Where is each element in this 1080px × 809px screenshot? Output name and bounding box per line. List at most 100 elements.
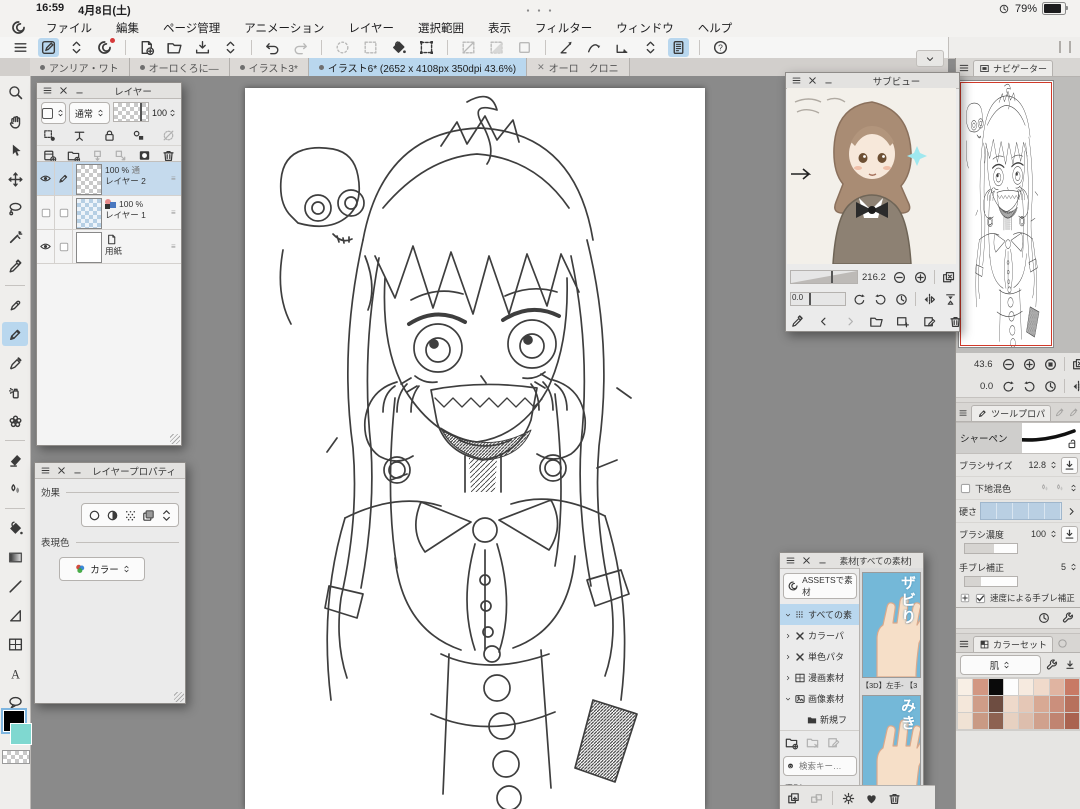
blend-tool[interactable] — [2, 477, 28, 501]
color-swatch-2-6[interactable] — [1050, 713, 1064, 729]
color-swatch-0-1[interactable] — [973, 679, 987, 695]
material-tree-item-1[interactable]: カラーパ — [780, 625, 860, 646]
figure-tool[interactable] — [2, 574, 28, 598]
redo-button[interactable] — [290, 38, 311, 57]
panel-menu-icon[interactable] — [42, 85, 53, 96]
lock-layer-toggle[interactable] — [101, 128, 118, 143]
menu-item-3[interactable]: アニメーション — [244, 20, 324, 36]
chevron-right-icon[interactable] — [784, 674, 792, 682]
chevron-right-icon[interactable] — [796, 716, 804, 724]
fill-button[interactable] — [388, 38, 409, 57]
color-swatch-0-5[interactable] — [1034, 679, 1048, 695]
density-slider[interactable] — [964, 543, 1018, 554]
opacity-value[interactable]: 100 — [152, 108, 167, 118]
expression-color-select[interactable]: カラー — [59, 557, 145, 581]
subview-next[interactable] — [843, 314, 858, 329]
snap-ruler-button[interactable] — [556, 38, 577, 57]
menu-item-1[interactable]: 編集 — [116, 20, 139, 36]
material-tree-item-3[interactable]: 漫画素材 — [780, 667, 860, 688]
color-swatch-0-7[interactable] — [1065, 679, 1079, 695]
invert-selection-button[interactable] — [458, 38, 479, 57]
close-icon[interactable] — [801, 555, 812, 566]
stabilize-stepper[interactable] — [1069, 560, 1078, 574]
material-thumbnail-0[interactable]: ザビり — [862, 572, 921, 678]
brush-size-dynamics-button[interactable] — [1061, 457, 1078, 474]
pen-tool[interactable] — [2, 293, 28, 317]
document-tab-1[interactable]: オーロくろに― — [130, 58, 230, 76]
add-property-button[interactable] — [959, 592, 971, 604]
subview-rotation-slider[interactable]: 0.0 — [790, 292, 846, 306]
toolprop-menu-icon[interactable] — [958, 407, 968, 419]
density-value[interactable]: 100 — [1031, 529, 1046, 539]
menu-item-4[interactable]: レイヤー — [348, 20, 394, 36]
material-favorite-button[interactable] — [864, 791, 879, 806]
clipping-toggle[interactable] — [41, 128, 58, 143]
layer-thumbnail[interactable] — [76, 198, 102, 229]
material-tree-item-2[interactable]: 単色パタ — [780, 646, 860, 667]
density-stepper[interactable] — [1049, 527, 1058, 541]
layer-color-toggle[interactable] — [141, 508, 156, 523]
color-swatch-2-7[interactable] — [1065, 713, 1079, 729]
tab-brush-alt2[interactable] — [1068, 406, 1079, 419]
blend-mode-select[interactable]: 通常 — [69, 102, 110, 124]
frame-border-tool[interactable] — [2, 632, 28, 656]
brush-size-value[interactable]: 12.8 — [1028, 460, 1046, 470]
nav-zoom-out[interactable] — [1001, 357, 1016, 372]
color-swatch-1-4[interactable] — [1019, 696, 1033, 712]
nav-rotate-reset[interactable] — [1043, 379, 1058, 394]
subview-prev[interactable] — [816, 314, 831, 329]
color-swatch-1-5[interactable] — [1034, 696, 1048, 712]
assets-button[interactable]: ASSETSで素材 — [783, 573, 857, 599]
visibility-eye-icon[interactable] — [39, 240, 52, 253]
material-replace-button[interactable] — [809, 791, 824, 806]
snap-stepper[interactable] — [640, 38, 661, 57]
layer-row-0[interactable]: 100 % 通レイヤー 2≡ — [37, 162, 181, 196]
panel-menu-icon[interactable] — [785, 555, 796, 566]
draft-checkbox[interactable] — [58, 207, 70, 219]
tab-brush-alt1[interactable] — [1054, 406, 1065, 419]
nav-fit[interactable] — [1071, 357, 1080, 372]
auto-select-tool[interactable] — [2, 225, 28, 249]
subview-rotate-ccw[interactable] — [852, 292, 867, 307]
eraser-tool[interactable] — [2, 448, 28, 472]
minimize-icon[interactable] — [823, 75, 834, 86]
color-swatch-0-4[interactable] — [1019, 679, 1033, 695]
color-swatch-2-4[interactable] — [1019, 713, 1033, 729]
tab-navigator[interactable]: ナビゲーター — [973, 60, 1053, 76]
import-color-button[interactable] — [1063, 658, 1077, 672]
help-button[interactable]: ? — [710, 38, 731, 57]
close-icon[interactable] — [807, 75, 818, 86]
tab-color-circle[interactable] — [1056, 637, 1069, 650]
menu-item-9[interactable]: ヘルプ — [698, 20, 733, 36]
zoom-tool[interactable] — [2, 80, 28, 104]
lock-alpha-toggle[interactable] — [130, 128, 147, 143]
hardness-slider[interactable] — [980, 502, 1062, 520]
close-tab-icon[interactable]: ✕ — [537, 62, 545, 73]
menu-item-0[interactable]: ファイル — [46, 20, 92, 36]
selection-tool[interactable] — [2, 196, 28, 220]
blend-base-checkbox[interactable] — [959, 482, 972, 495]
reset-tool-button[interactable] — [1037, 611, 1051, 625]
direct-draw-tool[interactable] — [2, 603, 28, 627]
color-swatch-2-5[interactable] — [1034, 713, 1048, 729]
resize-grip[interactable] — [170, 434, 180, 444]
stabilize-slider[interactable] — [964, 576, 1018, 587]
menu-item-6[interactable]: 表示 — [488, 20, 511, 36]
navigator-view-rect[interactable] — [960, 82, 1052, 346]
layer-row-1[interactable]: 100 %レイヤー 1≡ — [37, 196, 181, 230]
close-icon[interactable] — [56, 465, 67, 476]
layer-row-2[interactable]: 用紙≡ — [37, 230, 181, 264]
chevron-right-icon[interactable] — [784, 653, 792, 661]
subview-rotate-reset[interactable] — [894, 292, 909, 307]
speed-stabilize-checkbox[interactable] — [974, 592, 987, 605]
chevron-down-icon[interactable] — [784, 695, 792, 703]
move-canvas-tool[interactable] — [2, 109, 28, 133]
color-swatch-2-2[interactable] — [989, 713, 1003, 729]
export-button[interactable] — [192, 38, 213, 57]
selection-shade-button[interactable] — [486, 38, 507, 57]
material-tree-item-4[interactable]: 画像素材 — [780, 688, 860, 709]
material-tree-item-5[interactable]: 新規フ — [780, 709, 860, 730]
document-tab-3[interactable]: イラスト6* (2652 x 4108px 350dpi 43.6%) — [309, 58, 527, 76]
visibility-checkbox[interactable] — [40, 207, 52, 219]
subview-open[interactable] — [869, 314, 884, 329]
